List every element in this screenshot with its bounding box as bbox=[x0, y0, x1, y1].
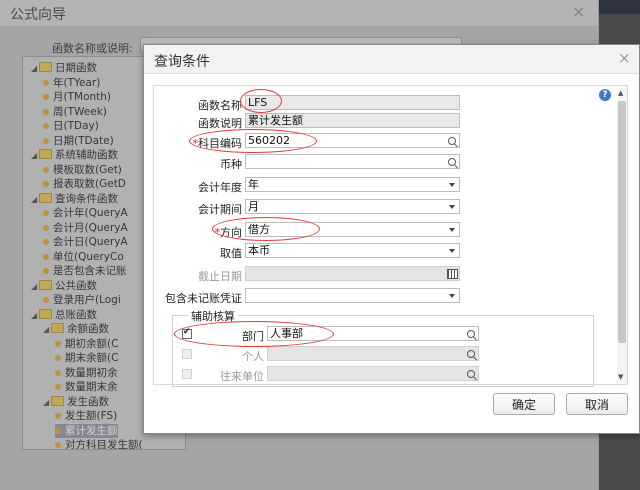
personal-field bbox=[267, 346, 479, 361]
currency-field[interactable] bbox=[245, 154, 460, 169]
taskbar-strip bbox=[598, 0, 640, 14]
chevron-down-icon[interactable] bbox=[445, 244, 459, 257]
fn-desc-field: 累计发生额 bbox=[245, 113, 460, 128]
query-condition-dialog: 查询条件 × ? ▲ ▼ 函数名称 LFS 函数说明 累计发生额 *科目编码 5… bbox=[143, 44, 640, 434]
annotation-ellipse bbox=[189, 129, 317, 153]
fiscal-period-label: 会计期间 bbox=[198, 203, 242, 216]
dialog-scrollbar-thumb[interactable] bbox=[618, 101, 626, 343]
counterparty-checkbox bbox=[182, 369, 192, 379]
search-icon bbox=[464, 347, 478, 360]
counterparty-field bbox=[267, 366, 479, 381]
fn-name-label: 函数名称 bbox=[198, 99, 242, 112]
search-icon[interactable] bbox=[445, 155, 459, 168]
chevron-down-icon[interactable] bbox=[445, 200, 459, 213]
scroll-down-icon[interactable]: ▼ bbox=[618, 373, 623, 381]
fiscal-period-value: 月 bbox=[248, 200, 259, 213]
dialog-titlebar bbox=[144, 45, 639, 74]
dialog-title: 查询条件 bbox=[154, 54, 210, 70]
calendar-icon bbox=[445, 267, 459, 280]
fiscal-year-select[interactable]: 年 bbox=[245, 177, 460, 192]
value-type-select[interactable]: 本币 bbox=[245, 243, 460, 258]
search-icon bbox=[464, 367, 478, 380]
counterparty-label: 往来单位 bbox=[220, 370, 264, 383]
personal-checkbox bbox=[182, 349, 192, 359]
dialog-close-icon[interactable]: × bbox=[618, 49, 631, 67]
chevron-down-icon[interactable] bbox=[445, 289, 459, 302]
annotation-ellipse bbox=[174, 321, 334, 347]
currency-label: 币种 bbox=[220, 158, 242, 171]
end-date-field bbox=[245, 266, 460, 281]
personal-label: 个人 bbox=[242, 350, 264, 363]
fiscal-year-value: 年 bbox=[248, 178, 259, 191]
ok-button[interactable]: 确定 bbox=[493, 393, 555, 415]
scroll-up-icon[interactable]: ▲ bbox=[618, 89, 623, 97]
value-type-label: 取值 bbox=[220, 247, 242, 260]
cancel-button[interactable]: 取消 bbox=[566, 393, 628, 415]
chevron-down-icon[interactable] bbox=[445, 223, 459, 236]
help-icon[interactable]: ? bbox=[599, 89, 611, 101]
fiscal-year-label: 会计年度 bbox=[198, 181, 242, 194]
include-unposted-select[interactable] bbox=[245, 288, 460, 303]
annotation-ellipse bbox=[212, 217, 320, 241]
search-icon[interactable] bbox=[445, 134, 459, 147]
annotation-ellipse bbox=[240, 89, 282, 113]
end-date-label: 截止日期 bbox=[198, 270, 242, 283]
fiscal-period-select[interactable]: 月 bbox=[245, 199, 460, 214]
include-unposted-label: 包含未记账凭证 bbox=[165, 292, 242, 305]
value-type-value: 本币 bbox=[248, 244, 270, 257]
search-icon[interactable] bbox=[464, 327, 478, 340]
chevron-down-icon[interactable] bbox=[445, 178, 459, 191]
